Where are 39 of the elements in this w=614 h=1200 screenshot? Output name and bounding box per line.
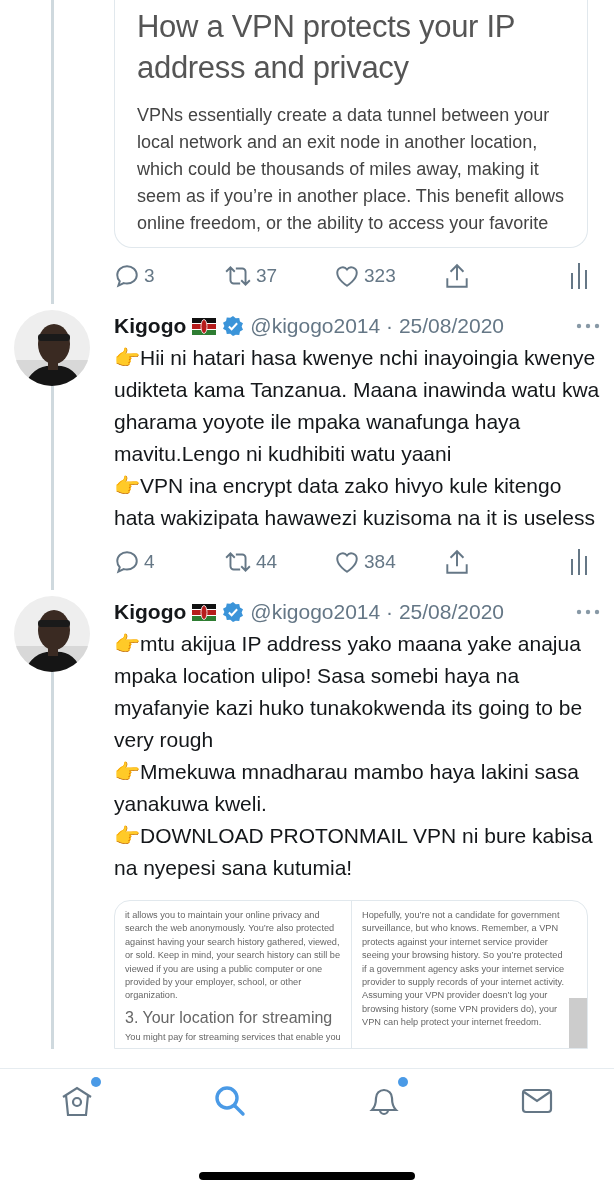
bar-chart-icon — [570, 263, 588, 289]
reply-button[interactable]: 4 — [114, 549, 224, 575]
reply-icon — [114, 263, 140, 289]
flag-icon — [192, 317, 217, 335]
card-title: How a VPN protects your IP address and privacy — [137, 8, 516, 87]
retweet-icon — [224, 549, 252, 575]
author-name[interactable]: Kigogo — [114, 314, 187, 338]
link-card[interactable] — [114, 0, 588, 248]
retweet-button[interactable]: 37 — [224, 263, 334, 289]
handle-and-date: @kigogo2014 · 25/08/2020 — [250, 600, 505, 624]
tweet-text: 👉VPN ina encrypt data zako hivyo kule kitengo hata wakizipata hawawezi kuzisoma na it is useless — [114, 473, 596, 531]
more-icon[interactable] — [576, 323, 600, 329]
reply-button[interactable]: 3 — [114, 263, 224, 289]
screenshot-panel[interactable] — [351, 901, 587, 1049]
analytics-button[interactable] — [570, 263, 588, 289]
analytics-button[interactable] — [570, 549, 588, 575]
retweet-button[interactable]: 44 — [224, 549, 334, 575]
handle-and-date: @kigogo2014 · 25/08/2020 — [250, 314, 505, 338]
tweet-text: 👉DOWNLOAD PROTONMAIL VPN ni bure kabisa na nyepesi sana kutumia! — [114, 823, 594, 881]
bar-chart-icon — [570, 549, 588, 575]
retweet-icon — [224, 263, 252, 289]
like-button[interactable]: 384 — [334, 549, 444, 575]
heart-icon — [334, 549, 360, 575]
flag-icon — [192, 603, 217, 621]
author-name[interactable]: Kigogo — [114, 600, 187, 624]
share-icon — [444, 548, 470, 576]
article-text: Hopefully, you’re not a candidate for government surveillance, but who knows. Remember, a VPN protects against your internet service provider seeing your browsing history. So you’re protected if a government agency asks your internet service provider to supply records of your internet activity. Assuming your VPN provider doesn’t log your browsing history (some VPN providers do), your VPN can help protect your internet freedom. — [362, 909, 565, 1030]
reply-icon — [114, 549, 140, 575]
like-button[interactable]: 323 — [334, 263, 444, 289]
more-icon[interactable] — [576, 609, 600, 615]
article-text: it allows you to maintain your online privacy and search the web anonymously. You’re also protected against having your search history gathered, viewed, or sold. Keep in mind, your search history can still be viewed if you are using a public computer or one provided by your employer, school, or other organization. — [125, 909, 341, 1003]
article-text: You might pay for streaming services that enable you — [125, 1030, 342, 1044]
card-text: VPNs essentially create a data tunnel between your local network and an exit node in another location, which could be thousands of miles away, making it seem as if you’re in another place. This benefit allows online freedom, or the ability to access your favorite — [137, 104, 565, 235]
tweet-text: 👉mtu akijua IP address yako maana yake anajua mpaka location ulipo! Sasa somebi haya na myafanyie kazi huko tunakokwenda its going to be very rough — [114, 631, 584, 753]
share-icon — [444, 262, 470, 290]
heart-icon — [334, 263, 360, 289]
article-heading: 3. Your location for streaming — [125, 1008, 334, 1027]
tweet-text: 👉Hii ni hatari hasa kwenye nchi inayoingia kwenye udikteta kama Tanzanua. Maana inawinda watu kwa gharama yoyote ile mpaka wanafunga haya mavitu.Lengo ni kudhibiti watu yaani — [114, 345, 600, 467]
tweet-text: 👉Mmekuwa mnadharau mambo haya lakini sasa yanakuwa kweli. — [114, 759, 580, 817]
